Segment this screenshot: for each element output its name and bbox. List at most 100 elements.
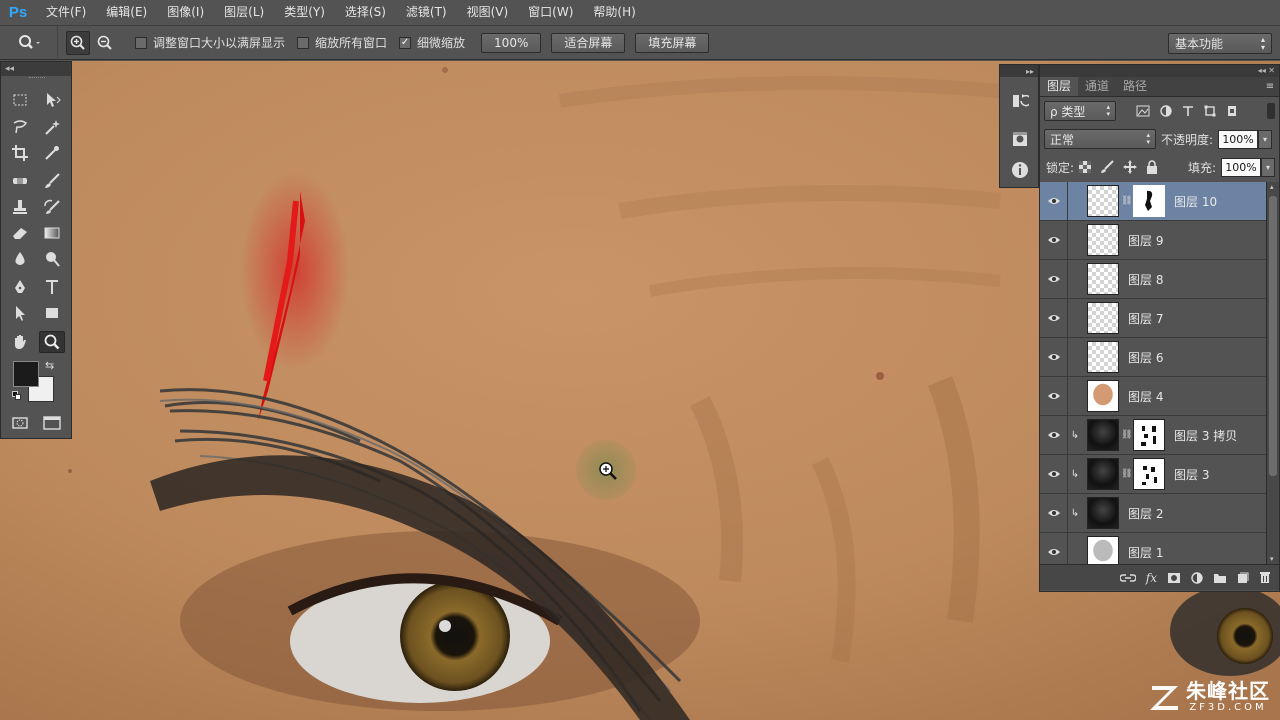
scrollbar-thumb[interactable] bbox=[1269, 196, 1277, 476]
layers-scrollbar[interactable]: ▴ ▾ bbox=[1266, 182, 1279, 564]
marquee-tool[interactable] bbox=[7, 89, 33, 111]
layer-mask-thumbnail[interactable] bbox=[1133, 419, 1165, 451]
layer-thumbnail[interactable] bbox=[1087, 419, 1119, 451]
dodge-tool[interactable] bbox=[39, 248, 65, 270]
path-selection-tool[interactable] bbox=[7, 302, 33, 324]
history-panel-button[interactable] bbox=[1008, 89, 1032, 113]
fit-screen-button[interactable]: 适合屏幕 bbox=[551, 32, 626, 53]
link-layers-icon[interactable] bbox=[1119, 572, 1136, 584]
visibility-eye-icon[interactable] bbox=[1040, 493, 1068, 533]
layer-row[interactable]: 图层 4 bbox=[1040, 376, 1266, 416]
menu-image[interactable]: 图像(I) bbox=[157, 0, 214, 25]
lock-pixels-icon[interactable] bbox=[1100, 160, 1114, 174]
layer-thumbnail[interactable] bbox=[1087, 536, 1119, 564]
swap-colors-icon[interactable]: ⇆ bbox=[45, 359, 54, 372]
pixel-filter-icon[interactable] bbox=[1136, 105, 1150, 117]
visibility-eye-icon[interactable] bbox=[1040, 532, 1068, 564]
layer-thumbnail[interactable] bbox=[1087, 302, 1119, 334]
layer-row[interactable]: ↳ 图层 2 bbox=[1040, 493, 1266, 533]
lock-all-icon[interactable] bbox=[1146, 160, 1158, 174]
layer-row[interactable]: 图层 1 bbox=[1040, 532, 1266, 564]
layer-mask-thumbnail[interactable] bbox=[1133, 458, 1165, 490]
lasso-tool[interactable] bbox=[7, 116, 33, 138]
menu-help[interactable]: 帮助(H) bbox=[583, 0, 645, 25]
layer-row[interactable]: 图层 7 bbox=[1040, 298, 1266, 338]
workspace-switcher[interactable]: 基本功能 ▴ ▾ bbox=[1168, 33, 1272, 54]
foreground-color-swatch[interactable] bbox=[13, 361, 39, 387]
scroll-up-arrow-icon[interactable]: ▴ bbox=[1270, 183, 1274, 191]
quick-mask-button[interactable] bbox=[7, 412, 33, 434]
layer-thumbnail[interactable] bbox=[1087, 380, 1119, 412]
layer-style-fx-icon[interactable]: fx bbox=[1146, 571, 1157, 585]
menu-edit[interactable]: 编辑(E) bbox=[96, 0, 157, 25]
zoom-all-checkbox[interactable] bbox=[297, 36, 310, 49]
scroll-down-arrow-icon[interactable]: ▾ bbox=[1270, 555, 1274, 563]
fill-slider-button[interactable]: ▾ bbox=[1261, 157, 1275, 177]
scrubby-zoom-checkbox[interactable]: ✓ bbox=[399, 36, 412, 49]
visibility-eye-icon[interactable] bbox=[1040, 376, 1068, 416]
dock-expand-arrows-icon[interactable]: ▸▸ bbox=[1000, 65, 1038, 77]
mask-link-icon[interactable]: ⛓ bbox=[1121, 430, 1132, 440]
menu-select[interactable]: 选择(S) bbox=[335, 0, 396, 25]
tab-channels[interactable]: 通道 bbox=[1078, 77, 1116, 96]
resize-windows-option[interactable]: 调整窗口大小以满屏显示 bbox=[135, 34, 285, 51]
zoom-in-button[interactable] bbox=[66, 30, 90, 55]
panel-menu-icon[interactable]: ≡ bbox=[1261, 77, 1279, 96]
menu-filter[interactable]: 滤镜(T) bbox=[396, 0, 457, 25]
brush-tool[interactable] bbox=[39, 170, 65, 192]
blend-mode-select[interactable]: 正常 ▴ ▾ bbox=[1044, 129, 1156, 149]
tools-panel-header[interactable]: ◂◂ bbox=[1, 62, 71, 76]
adjustment-filter-icon[interactable] bbox=[1160, 105, 1172, 117]
visibility-eye-icon[interactable] bbox=[1040, 182, 1068, 221]
add-mask-icon[interactable] bbox=[1167, 572, 1181, 584]
visibility-eye-icon[interactable] bbox=[1040, 259, 1068, 299]
crop-tool[interactable] bbox=[7, 142, 33, 164]
tab-paths[interactable]: 路径 bbox=[1116, 77, 1154, 96]
type-tool[interactable] bbox=[39, 276, 65, 298]
mask-link-icon[interactable]: ⛓ bbox=[1121, 196, 1132, 206]
delete-trash-icon[interactable] bbox=[1259, 571, 1271, 584]
fill-screen-button[interactable]: 填充屏幕 bbox=[635, 32, 710, 53]
layer-thumbnail[interactable] bbox=[1087, 185, 1119, 217]
layer-row[interactable]: 图层 9 bbox=[1040, 220, 1266, 260]
menu-file[interactable]: 文件(F) bbox=[36, 0, 96, 25]
layer-row[interactable]: 图层 8 bbox=[1040, 259, 1266, 299]
tab-layers[interactable]: 图层 bbox=[1040, 77, 1079, 96]
zoom-all-option[interactable]: 缩放所有窗口 bbox=[297, 34, 387, 51]
visibility-eye-icon[interactable] bbox=[1040, 220, 1068, 260]
hand-tool[interactable] bbox=[7, 331, 33, 353]
percent-100-button[interactable]: 100% bbox=[481, 32, 542, 53]
move-tool[interactable] bbox=[39, 89, 65, 111]
healing-brush-tool[interactable] bbox=[7, 170, 33, 192]
menu-view[interactable]: 视图(V) bbox=[457, 0, 519, 25]
layer-thumbnail[interactable] bbox=[1087, 458, 1119, 490]
layer-row[interactable]: 图层 6 bbox=[1040, 337, 1266, 377]
eraser-tool[interactable] bbox=[7, 222, 33, 244]
tool-preset-picker[interactable] bbox=[0, 25, 58, 60]
resize-windows-checkbox[interactable] bbox=[135, 36, 147, 49]
visibility-eye-icon[interactable] bbox=[1040, 454, 1068, 494]
zoom-out-button[interactable] bbox=[93, 31, 117, 55]
layer-mask-thumbnail[interactable] bbox=[1133, 185, 1165, 217]
layer-row[interactable]: ↳ ⛓ 图层 3 拷贝 bbox=[1040, 415, 1266, 455]
fill-input[interactable]: 100% bbox=[1221, 157, 1261, 177]
info-panel-button[interactable] bbox=[1008, 158, 1032, 182]
layers-panel-topbar[interactable]: ◂◂ ✕ bbox=[1040, 65, 1279, 77]
lock-transparent-icon[interactable] bbox=[1079, 161, 1092, 173]
smart-object-filter-icon[interactable] bbox=[1226, 105, 1238, 117]
layer-thumbnail[interactable] bbox=[1087, 224, 1119, 256]
shape-filter-icon[interactable] bbox=[1204, 105, 1216, 117]
blur-tool[interactable] bbox=[7, 248, 33, 270]
layer-row[interactable]: ⛓ 图层 10 bbox=[1040, 182, 1266, 221]
history-brush-tool[interactable] bbox=[39, 196, 65, 218]
gradient-tool[interactable] bbox=[39, 222, 65, 244]
scrubby-zoom-option[interactable]: ✓ 细微缩放 bbox=[399, 34, 465, 51]
properties-panel-button[interactable] bbox=[1008, 127, 1032, 151]
type-filter-icon[interactable] bbox=[1182, 105, 1194, 117]
opacity-input[interactable]: 100% bbox=[1218, 129, 1259, 149]
layer-thumbnail[interactable] bbox=[1087, 341, 1119, 373]
pen-tool[interactable] bbox=[7, 276, 33, 298]
clone-stamp-tool[interactable] bbox=[7, 196, 33, 218]
visibility-eye-icon[interactable] bbox=[1040, 298, 1068, 338]
menu-window[interactable]: 窗口(W) bbox=[518, 0, 583, 25]
